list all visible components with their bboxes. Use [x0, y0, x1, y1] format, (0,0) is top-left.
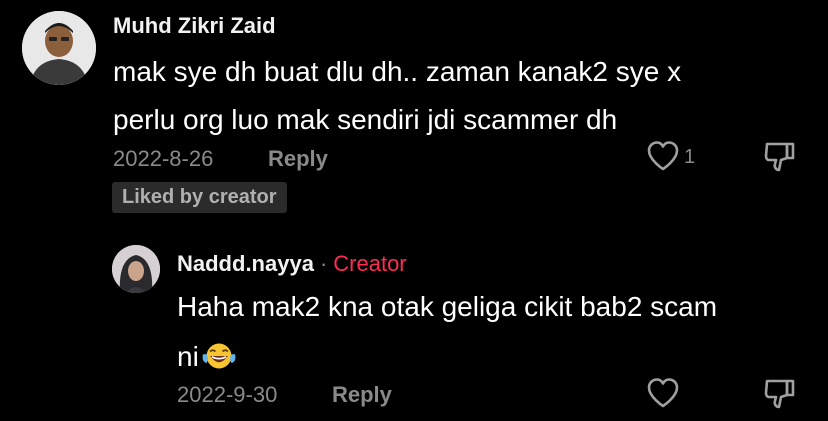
dislike-button[interactable]: [763, 377, 797, 411]
reply-button[interactable]: Reply: [332, 382, 392, 408]
reply-username[interactable]: Naddd.nayya · Creator: [177, 251, 407, 277]
avatar-image: [22, 11, 96, 85]
thumbs-down-icon: [764, 142, 795, 172]
reply-text-line: ni: [177, 332, 717, 382]
reply-text-line-end: ni: [177, 341, 199, 372]
like-button[interactable]: [646, 140, 680, 172]
like-count: 1: [684, 146, 696, 168]
laughing-with-tears-emoji-icon: [202, 343, 236, 369]
comment-text: mak sye dh buat dlu dh.. zaman kanak2 sy…: [113, 48, 681, 144]
creator-label: Creator: [333, 251, 407, 276]
comment-date: 2022-8-26: [113, 146, 214, 171]
separator-dot: ·: [319, 251, 328, 276]
thumbs-down-icon: [764, 379, 795, 409]
liked-by-creator-badge: Liked by creator: [112, 182, 287, 213]
reply-text: Haha mak2 kna otak geliga cikit bab2 sca…: [177, 282, 717, 382]
avatar[interactable]: [112, 245, 160, 293]
heart-icon: [647, 378, 679, 408]
heart-icon: [647, 141, 679, 171]
avatar[interactable]: [22, 11, 96, 85]
avatar-image: [112, 245, 160, 293]
like-button[interactable]: [646, 377, 680, 409]
comment-username[interactable]: Muhd Zikri Zaid: [113, 13, 276, 39]
reply-button[interactable]: Reply: [268, 146, 328, 172]
reply-username-text[interactable]: Naddd.nayya: [177, 251, 314, 276]
comment-text-line: mak sye dh buat dlu dh.. zaman kanak2 sy…: [113, 56, 682, 87]
reply-date: 2022-9-30: [177, 382, 278, 407]
comment-text-line: perlu org luo mak sendiri jdi scammer dh: [113, 104, 618, 135]
comments-panel: Muhd Zikri Zaid mak sye dh buat dlu dh..…: [0, 0, 828, 421]
dislike-button[interactable]: [763, 140, 797, 174]
reply-text-line: Haha mak2 kna otak geliga cikit bab2 sca…: [177, 291, 718, 322]
